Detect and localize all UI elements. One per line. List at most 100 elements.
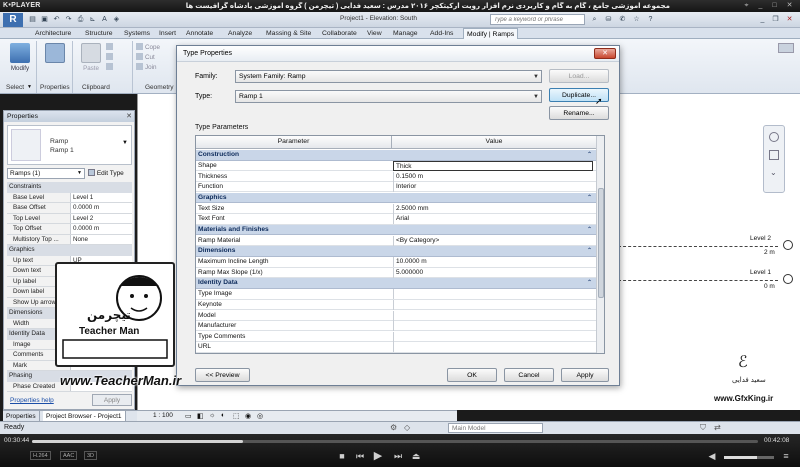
search-icon[interactable]: ⌕ (590, 15, 599, 24)
parameter-value[interactable]: 0.1500 m (393, 171, 593, 182)
visual-style-icon[interactable]: ◧ (197, 412, 204, 420)
parameter-value[interactable] (393, 310, 593, 321)
property-value[interactable]: 0.0000 m (70, 203, 132, 213)
tab-annotate[interactable]: Annotate (186, 28, 213, 39)
tab-structure[interactable]: Structure (85, 28, 113, 39)
view-scale[interactable]: 1 : 100 (153, 412, 173, 419)
sun-path-icon[interactable]: ☼ (209, 412, 215, 419)
tab-systems[interactable]: Systems (124, 28, 150, 39)
zoom-icon[interactable] (769, 150, 779, 160)
properties-apply-button[interactable]: Apply (92, 394, 132, 406)
ok-button[interactable]: OK (447, 368, 497, 382)
volume-slider[interactable] (724, 456, 774, 459)
ribbon-toggle-icon[interactable] (778, 43, 794, 53)
close-icon[interactable]: ✕ (785, 2, 794, 10)
parameter-row[interactable]: Keynote (196, 299, 596, 311)
type-select[interactable]: Ramp 1 ▼ (235, 90, 542, 103)
steering-wheel-icon[interactable] (769, 132, 779, 142)
paste-button[interactable]: Paste (77, 43, 105, 79)
app-minimize-icon[interactable]: _ (758, 15, 767, 24)
properties-help-link[interactable]: Properties help (10, 397, 54, 404)
copy-clipboard-icon[interactable] (106, 53, 130, 63)
tab-add-ins[interactable]: Add-Ins (430, 28, 453, 39)
tab-architecture[interactable]: Architecture (35, 28, 71, 39)
property-row[interactable]: Base Level Level 1 (7, 192, 132, 203)
property-value[interactable]: None (70, 234, 132, 245)
parameter-value[interactable]: Thick (393, 160, 593, 171)
tab-collaborate[interactable]: Collaborate (322, 28, 357, 39)
next-icon[interactable]: ⏭ (392, 451, 404, 462)
design-options-icon[interactable]: ◇ (404, 423, 410, 432)
type-selector[interactable]: Ramp Ramp 1 ▼ (7, 125, 132, 165)
help-search-input[interactable] (490, 14, 585, 25)
property-value[interactable]: 0.0000 m (70, 224, 132, 234)
redo-icon[interactable]: ↷ (64, 15, 73, 24)
parameter-row[interactable]: URL (196, 342, 596, 353)
play-icon[interactable]: ▶ (372, 449, 384, 462)
undo-icon[interactable]: ↶ (52, 15, 61, 24)
parameter-row[interactable]: Manufacturer (196, 321, 596, 332)
edit-type-button[interactable]: Edit Type (88, 168, 133, 179)
previous-icon[interactable]: ⏮ (354, 451, 366, 462)
parameter-value[interactable]: Arial (393, 214, 593, 225)
print-icon[interactable]: ⎙ (76, 15, 85, 24)
parameter-value[interactable]: 10.0000 m (393, 257, 593, 268)
parameter-value[interactable] (393, 342, 593, 353)
grid-scroll-thumb[interactable] (598, 188, 604, 298)
parameter-value[interactable] (393, 289, 593, 300)
close-icon[interactable]: ✕ (126, 111, 132, 122)
tab-view[interactable]: View (367, 28, 382, 39)
preview-button[interactable]: << Preview (195, 368, 250, 382)
rename-button[interactable]: Rename... (549, 106, 609, 120)
chevron-down-icon[interactable]: ▼ (122, 140, 128, 146)
property-group-header[interactable]: Graphics (7, 245, 132, 256)
select-links-icon[interactable]: ⇄ (714, 423, 721, 432)
dialog-title-bar[interactable]: Type Properties ✕ (177, 46, 619, 62)
filter-icon[interactable]: ⛉ (700, 423, 706, 433)
parameter-group-header[interactable]: Identity Data ⌃ (196, 278, 596, 289)
parameter-row[interactable]: Text Size 2.5000 mm (196, 203, 596, 214)
tab-analyze[interactable]: Analyze (228, 28, 252, 39)
property-value[interactable]: Level 1 (70, 192, 132, 203)
reveal-hidden-icon[interactable]: ◎ (257, 412, 263, 420)
minimize-icon[interactable]: _ (756, 2, 765, 10)
parameter-value[interactable] (393, 321, 593, 332)
volume-icon[interactable]: ◀ (706, 451, 718, 462)
parameter-row[interactable]: Ramp Material <By Category> (196, 235, 596, 247)
tab-massing-site[interactable]: Massing & Site (266, 28, 311, 39)
type-properties-button[interactable] (41, 43, 69, 79)
parameter-value[interactable]: 5.000000 (393, 267, 593, 278)
level-2-line[interactable] (618, 246, 778, 247)
level-1-line[interactable] (618, 280, 778, 281)
worksets-icon[interactable]: ⚙ (390, 423, 397, 432)
communication-icon[interactable]: ✆ (618, 15, 627, 24)
cancel-button[interactable]: Cancel (504, 368, 554, 382)
property-row[interactable]: Multistory Top ... None (7, 234, 132, 245)
maximize-icon[interactable]: □ (770, 2, 779, 10)
collapse-icon[interactable]: ⌃ (587, 225, 592, 235)
help-icon[interactable]: ? (646, 15, 655, 24)
tab-manage[interactable]: Manage (393, 28, 418, 39)
family-select[interactable]: System Family: Ramp ▼ (235, 70, 542, 83)
property-row[interactable]: Top Level Level 2 (7, 213, 132, 224)
parameter-value[interactable] (393, 299, 593, 310)
parameter-group-header[interactable]: Construction ⌃ (196, 150, 596, 161)
detail-level-icon[interactable]: ▭ (185, 412, 192, 420)
active-model-select[interactable]: Main Model (448, 423, 543, 433)
apply-button[interactable]: Apply (561, 368, 609, 382)
3d-view-icon[interactable]: ◈ (112, 15, 121, 24)
seek-bar[interactable] (32, 440, 758, 443)
dialog-close-icon[interactable]: ✕ (594, 48, 616, 59)
parameter-group-header[interactable]: Graphics ⌃ (196, 192, 596, 204)
subscription-icon[interactable]: ⛁ (604, 15, 613, 24)
parameter-value[interactable]: Interior (393, 182, 593, 193)
measure-icon[interactable]: ⊾ (88, 15, 97, 24)
parameter-row[interactable]: Shape Thick (196, 160, 596, 172)
app-restore-icon[interactable]: ❐ (771, 15, 780, 24)
property-value[interactable]: Level 2 (70, 213, 132, 224)
save-icon[interactable]: ▣ (40, 15, 49, 24)
collapse-icon[interactable]: ⌃ (587, 193, 592, 203)
parameter-row[interactable]: Maximum Incline Length 10.0000 m (196, 257, 596, 268)
collapse-icon[interactable]: ⌃ (587, 150, 592, 160)
parameter-row[interactable]: Model (196, 310, 596, 321)
